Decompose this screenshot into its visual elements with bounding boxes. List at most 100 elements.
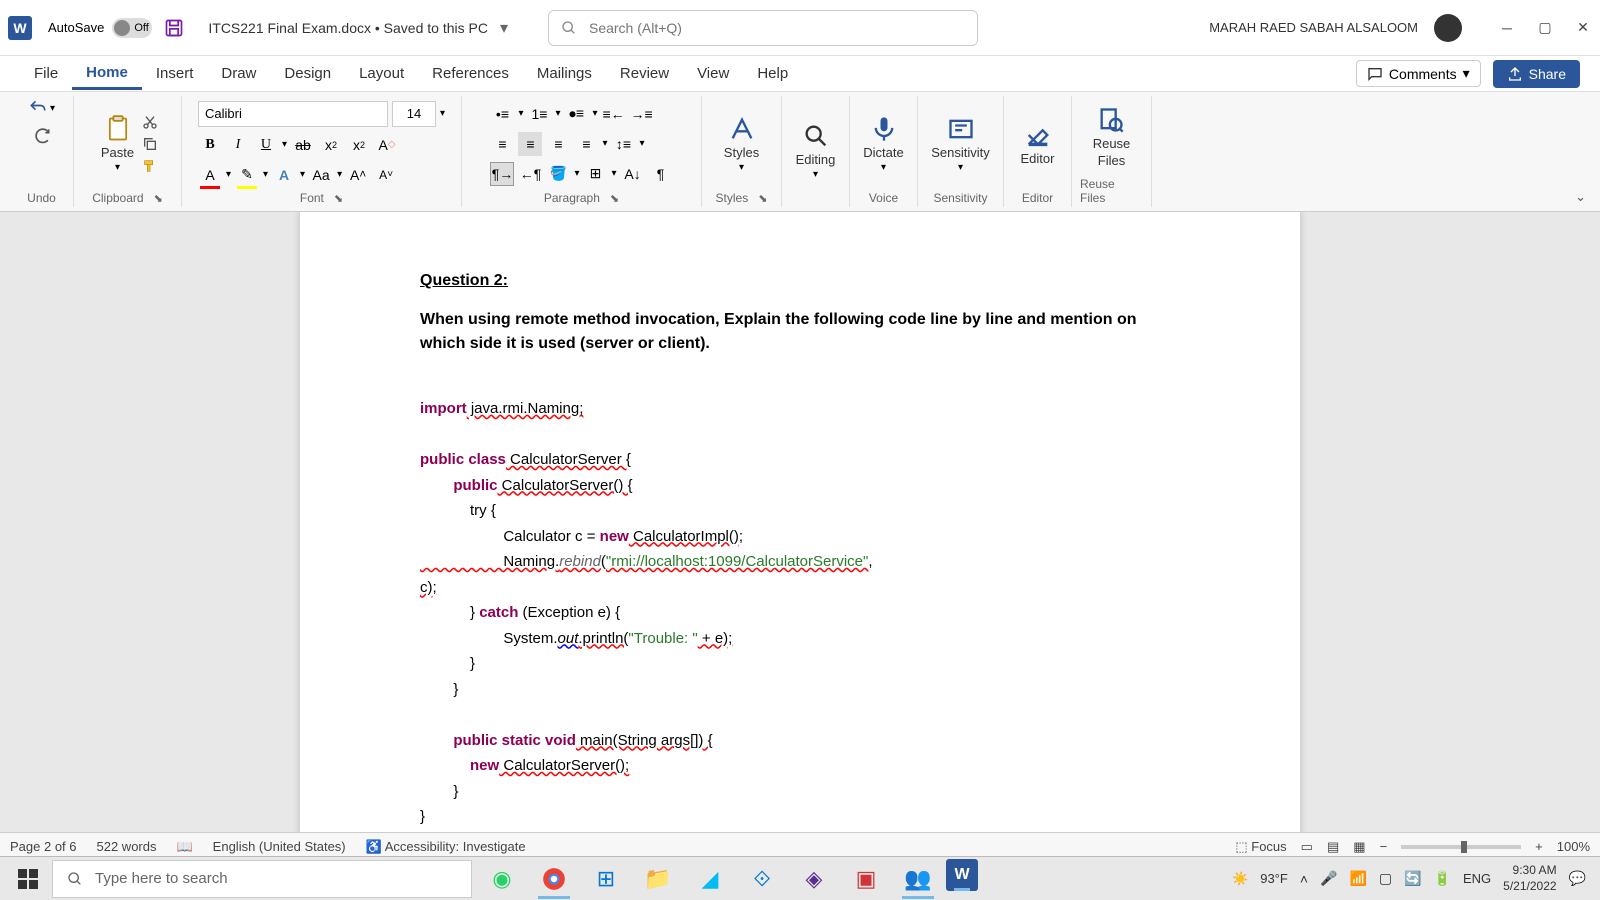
taskbar-chrome-icon[interactable] <box>530 859 578 899</box>
format-painter-icon[interactable] <box>142 158 158 174</box>
focus-mode[interactable]: ⬚ Focus <box>1235 839 1286 855</box>
zoom-in-icon[interactable]: + <box>1535 839 1543 854</box>
redo-icon[interactable] <box>32 126 52 146</box>
title-dropdown-icon[interactable]: ▾ <box>500 18 508 38</box>
tab-file[interactable]: File <box>20 59 72 88</box>
word-count[interactable]: 522 words <box>97 839 157 854</box>
print-layout-icon[interactable]: ▤ <box>1327 839 1339 855</box>
tab-help[interactable]: Help <box>743 59 802 88</box>
spellcheck-icon[interactable]: 📖 <box>176 839 192 855</box>
zoom-out-icon[interactable]: − <box>1380 839 1388 854</box>
rtl-button[interactable]: ←¶ <box>518 162 542 186</box>
tray-notifications-icon[interactable]: 💬 <box>1569 870 1586 887</box>
taskbar-vs-icon[interactable]: ◈ <box>790 859 838 899</box>
tab-design[interactable]: Design <box>270 59 345 88</box>
taskbar-vscode-icon[interactable]: ⟐ <box>738 859 786 899</box>
taskbar-explorer-icon[interactable]: 📁 <box>634 859 682 899</box>
taskbar-app2-icon[interactable]: ▣ <box>842 859 890 899</box>
ltr-button[interactable]: ¶→ <box>490 162 514 186</box>
taskbar-teams-icon[interactable]: 👥 <box>894 859 942 899</box>
tab-insert[interactable]: Insert <box>142 59 208 88</box>
numbering-button[interactable]: 1≡ <box>528 102 552 126</box>
clear-formatting-button[interactable]: A◇ <box>375 133 399 157</box>
grow-font-button[interactable]: A˄ <box>346 163 370 187</box>
font-launcher-icon[interactable]: ⬊ <box>334 192 343 205</box>
search-box[interactable] <box>548 10 978 46</box>
editing-button[interactable]: Editing ▾ <box>792 118 840 184</box>
taskbar-search[interactable]: Type here to search <box>52 860 472 898</box>
dictate-button[interactable]: Dictate ▾ <box>859 111 907 177</box>
document-page[interactable]: Question 2: When using remote method inv… <box>300 212 1300 848</box>
tray-cast-icon[interactable]: ▢ <box>1379 870 1392 887</box>
autosave-toggle[interactable]: Off <box>112 18 152 38</box>
web-layout-icon[interactable]: ▦ <box>1353 839 1365 855</box>
justify-button[interactable]: ≡ <box>574 132 598 156</box>
read-mode-icon[interactable]: ▭ <box>1301 839 1313 855</box>
tab-home[interactable]: Home <box>72 58 142 90</box>
superscript-button[interactable]: x2 <box>347 133 371 157</box>
styles-launcher-icon[interactable]: ⬊ <box>758 192 767 205</box>
undo-icon[interactable] <box>28 98 48 118</box>
tab-view[interactable]: View <box>683 59 743 88</box>
tab-layout[interactable]: Layout <box>345 59 418 88</box>
tab-references[interactable]: References <box>418 59 523 88</box>
text-effects-button[interactable]: A <box>272 163 296 187</box>
comments-button[interactable]: Comments ▾ <box>1356 60 1481 87</box>
align-left-button[interactable]: ≡ <box>490 132 514 156</box>
decrease-indent-button[interactable]: ≡← <box>602 102 626 126</box>
tray-clock[interactable]: 9:30 AM 5/21/2022 <box>1503 863 1556 894</box>
italic-button[interactable]: I <box>226 133 250 157</box>
zoom-level[interactable]: 100% <box>1557 839 1590 854</box>
language-status[interactable]: English (United States) <box>213 839 346 854</box>
taskbar-whatsapp-icon[interactable]: ◉ <box>478 859 526 899</box>
document-area[interactable]: Question 2: When using remote method inv… <box>0 212 1600 848</box>
collapse-ribbon-icon[interactable]: ⌄ <box>1575 189 1586 205</box>
bullets-button[interactable]: •≡ <box>490 102 514 126</box>
tray-language[interactable]: ENG <box>1463 871 1491 886</box>
close-button[interactable]: ✕ <box>1574 19 1592 37</box>
copy-icon[interactable] <box>142 136 158 152</box>
tab-mailings[interactable]: Mailings <box>523 59 606 88</box>
page-info[interactable]: Page 2 of 6 <box>10 839 77 854</box>
align-center-button[interactable]: ≡ <box>518 132 542 156</box>
highlight-button[interactable]: ✎ <box>235 163 259 187</box>
sensitivity-button[interactable]: Sensitivity ▾ <box>927 111 994 177</box>
tray-wifi-icon[interactable]: 📶 <box>1349 870 1366 887</box>
minimize-button[interactable]: ─ <box>1498 19 1516 37</box>
font-size-select[interactable] <box>392 101 436 127</box>
reuse-files-button[interactable]: Reuse Files <box>1089 102 1135 172</box>
show-marks-button[interactable]: ¶ <box>649 162 673 186</box>
taskbar-app1-icon[interactable]: ◢ <box>686 859 734 899</box>
zoom-slider[interactable] <box>1401 845 1521 849</box>
paste-button[interactable]: Paste ▾ <box>97 111 138 177</box>
sort-button[interactable]: A↓ <box>621 162 645 186</box>
cut-icon[interactable] <box>142 114 158 130</box>
taskbar-store-icon[interactable]: ⊞ <box>582 859 630 899</box>
tray-chevron-icon[interactable]: ˄ <box>1300 871 1308 887</box>
weather-icon[interactable]: ☀️ <box>1232 871 1248 887</box>
tab-draw[interactable]: Draw <box>207 59 270 88</box>
undo-dropdown-icon[interactable]: ▾ <box>50 103 55 114</box>
strikethrough-button[interactable]: ab <box>291 133 315 157</box>
line-spacing-button[interactable]: ↕≡ <box>612 132 636 156</box>
shading-button[interactable]: 🪣 <box>546 162 570 186</box>
subscript-button[interactable]: x2 <box>319 133 343 157</box>
taskbar-word-icon[interactable]: W <box>946 859 978 891</box>
weather-temp[interactable]: 93°F <box>1260 871 1288 886</box>
maximize-button[interactable]: ▢ <box>1536 19 1554 37</box>
styles-button[interactable]: Styles ▾ <box>720 111 763 177</box>
share-button[interactable]: Share <box>1493 60 1580 88</box>
paragraph-launcher-icon[interactable]: ⬊ <box>610 192 619 205</box>
font-name-select[interactable] <box>198 101 388 127</box>
change-case-button[interactable]: Aa <box>309 163 333 187</box>
multilevel-button[interactable]: ⦁≡ <box>565 102 589 126</box>
tab-review[interactable]: Review <box>606 59 683 88</box>
search-input[interactable] <box>589 20 965 36</box>
tray-updates-icon[interactable]: 🔄 <box>1404 870 1421 887</box>
tray-mic-icon[interactable]: 🎤 <box>1320 870 1337 887</box>
chevron-down-icon[interactable]: ▾ <box>440 108 445 119</box>
editor-button[interactable]: Editor <box>1017 117 1059 170</box>
save-icon[interactable] <box>164 18 184 38</box>
font-color-button[interactable]: A <box>198 163 222 187</box>
clipboard-launcher-icon[interactable]: ⬊ <box>154 192 163 205</box>
